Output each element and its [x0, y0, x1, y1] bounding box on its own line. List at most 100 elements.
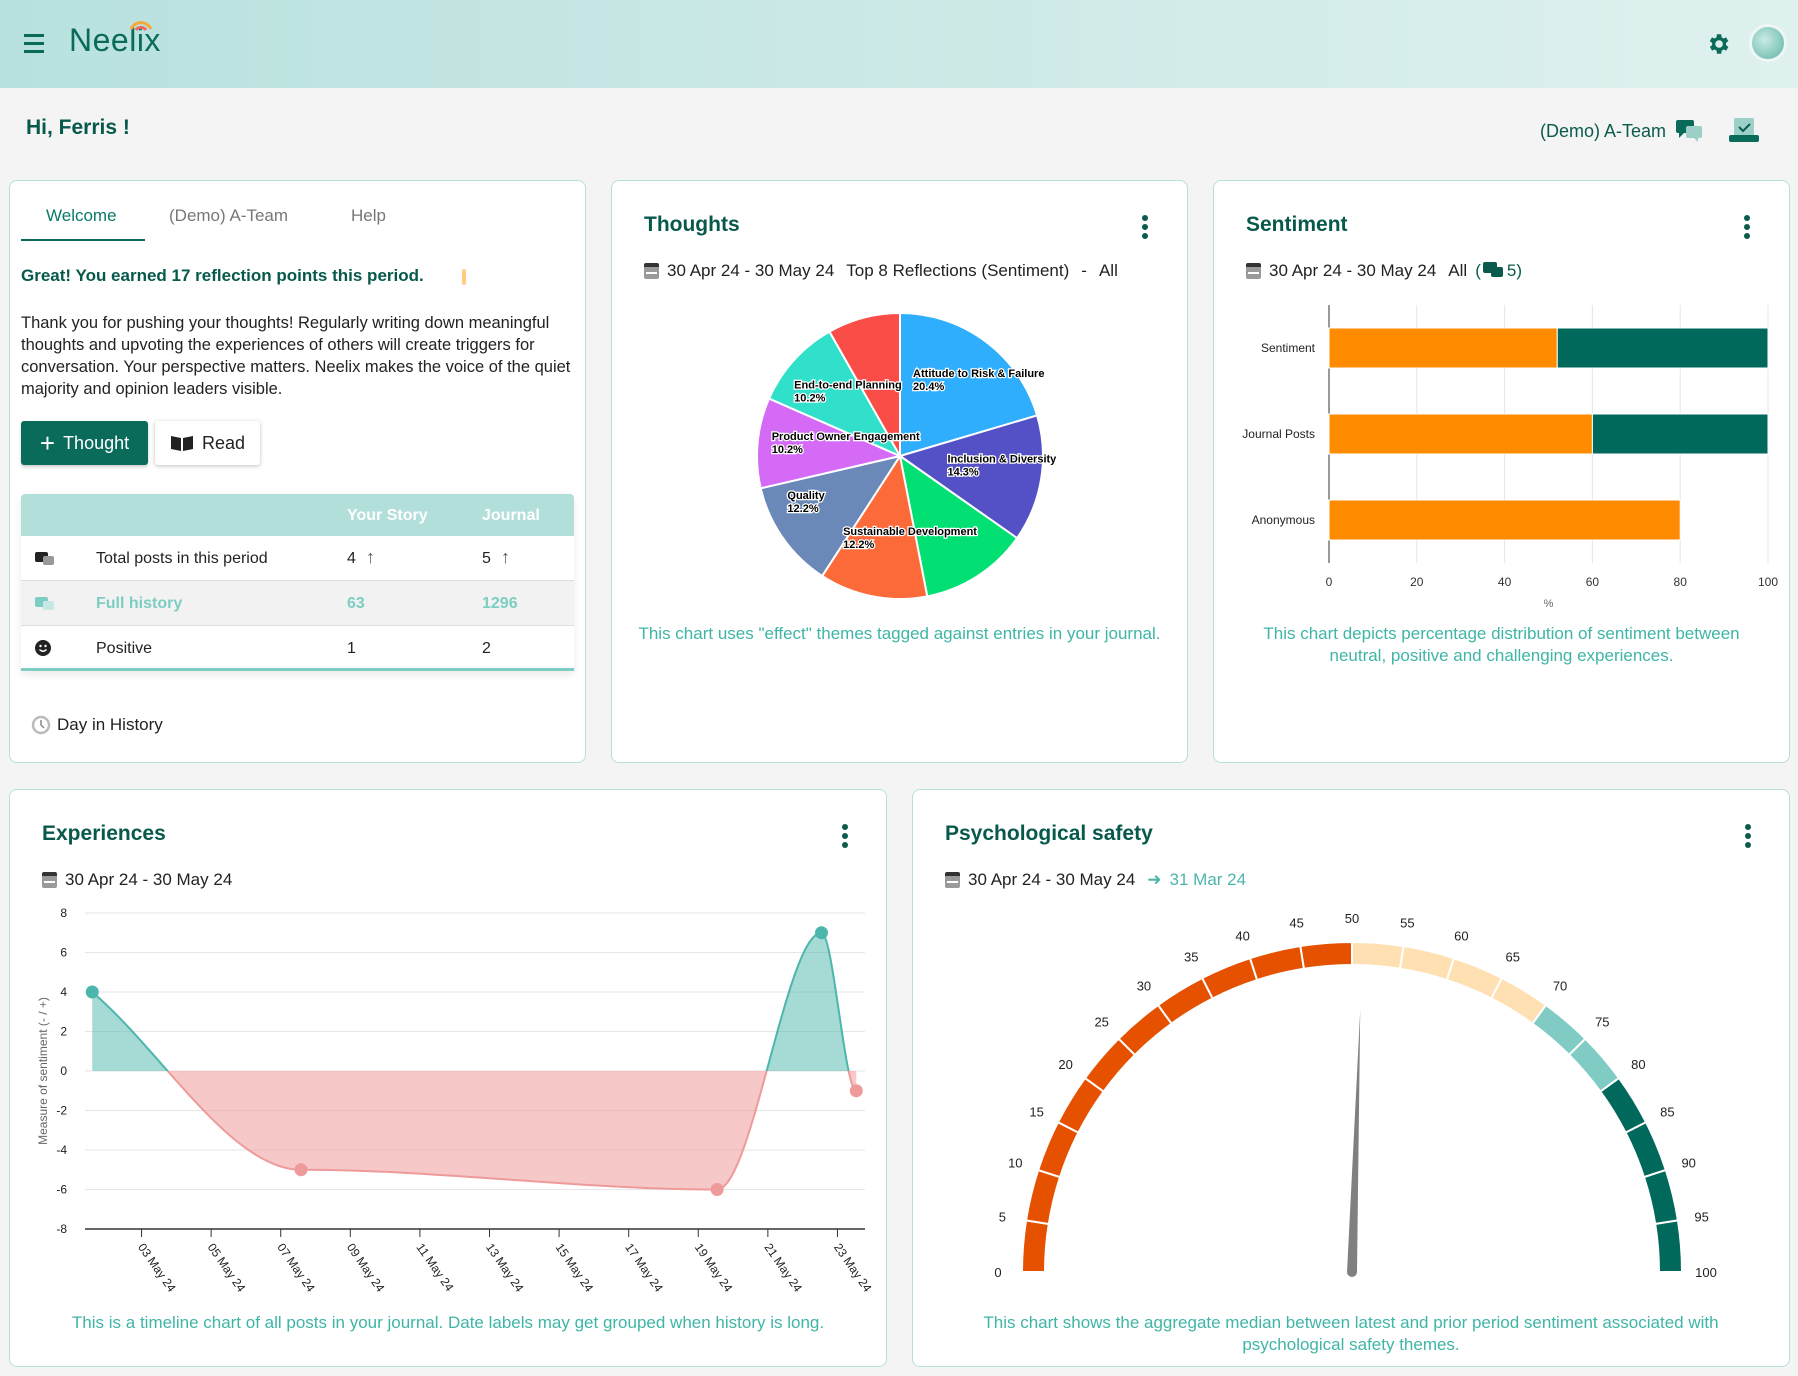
- x-tick-label: 100: [1758, 575, 1778, 589]
- row-journal: 1296: [482, 595, 518, 612]
- gauge-segment: [1200, 956, 1259, 1000]
- gauge-needle: [1347, 1010, 1361, 1277]
- greeting: Hi, Ferris !: [26, 116, 130, 139]
- psych-safety-gauge: 0 5 10 15 20 25 30 35 40 45 50 55 60 65 70 75 80 85 90 95 10…: [994, 911, 1717, 1280]
- gauge-tick-label: 70: [1553, 979, 1567, 994]
- gauge-tick-label: 75: [1595, 1015, 1609, 1030]
- card-title: Experiences: [42, 822, 166, 845]
- filter-label[interactable]: Top 8 Reflections (Sentiment): [846, 261, 1069, 281]
- scope-label[interactable]: All: [1099, 261, 1118, 281]
- date-range[interactable]: 30 Apr 24 - 30 May 24: [65, 870, 232, 890]
- arrow-up-icon: ↑: [501, 547, 510, 567]
- read-button[interactable]: Read: [155, 421, 260, 465]
- hamburger-icon[interactable]: [24, 34, 44, 53]
- table-row: Total posts in this period 4 ↑ 5 ↑: [21, 536, 574, 581]
- x-tick-label: 13 May 24: [483, 1241, 527, 1295]
- gauge-tick-label: 85: [1660, 1104, 1674, 1119]
- bar-segment: [1328, 499, 1681, 541]
- gauge-segment: [1020, 1219, 1050, 1273]
- x-tick-label: 09 May 24: [344, 1241, 388, 1295]
- history-icon: [31, 715, 51, 735]
- gauge-tick-label: 65: [1505, 950, 1519, 965]
- tab-welcome[interactable]: Welcome: [46, 206, 117, 226]
- y-tick-label: -4: [56, 1143, 67, 1157]
- y-tick-label: 6: [60, 946, 67, 960]
- card-title: Thoughts: [644, 213, 740, 236]
- date-range[interactable]: 30 Apr 24 - 30 May 24: [667, 261, 834, 281]
- row-label: Positive: [96, 640, 153, 657]
- bar-segment: [1328, 413, 1593, 455]
- chart-caption: This chart depicts percentage distributi…: [1263, 624, 1740, 665]
- team-label[interactable]: (Demo) A-Team: [1540, 121, 1666, 142]
- sentiment-bar-chart: 0 20 40 60 80 100% Sentiment Journal Posts Anony…: [1242, 305, 1778, 610]
- tab-team[interactable]: (Demo) A-Team: [169, 206, 288, 226]
- pie-slice-label: Product Owner Engagement: [772, 431, 920, 443]
- gauge-tick-label: 5: [999, 1210, 1006, 1225]
- more-options-icon[interactable]: [1142, 215, 1148, 242]
- stats-table: Your Story Journal Total posts in this p…: [21, 494, 574, 671]
- more-options-icon[interactable]: [842, 824, 848, 851]
- y-tick-label: 0: [60, 1064, 67, 1078]
- y-category-label: Anonymous: [1252, 513, 1315, 527]
- data-point: [849, 1084, 863, 1098]
- team-selector[interactable]: (Demo) A-Team: [1540, 118, 1760, 144]
- chat-bubbles-icon: [35, 552, 54, 565]
- count-paren: (: [1475, 261, 1481, 280]
- add-thought-button[interactable]: + Thought: [21, 421, 148, 465]
- date-range[interactable]: 30 Apr 24 - 30 May 24: [1269, 261, 1436, 281]
- separator: -: [1081, 261, 1087, 280]
- pie-slice-label: Sustainable Development: [843, 526, 977, 538]
- gauge-tick-label: 0: [994, 1265, 1001, 1280]
- thought-label: Thought: [63, 432, 130, 453]
- gauge-tick-label: 80: [1631, 1057, 1645, 1072]
- chat-bubbles-icon[interactable]: [1676, 119, 1704, 143]
- y-tick-label: -2: [56, 1104, 67, 1118]
- col-your-story: Your Story: [347, 507, 428, 524]
- x-tick-label: 40: [1498, 575, 1512, 589]
- logo-signal-icon: [129, 21, 153, 31]
- row-story: 1: [347, 640, 356, 657]
- pie-slice-value: 10.2%: [794, 393, 825, 405]
- gauge-tick-label: 60: [1454, 928, 1468, 943]
- more-options-icon[interactable]: [1744, 215, 1750, 242]
- gauge-tick-label: 30: [1137, 979, 1151, 994]
- gauge-tick-label: 90: [1681, 1156, 1695, 1171]
- col-journal: Journal: [482, 507, 540, 524]
- table-row: Positive 1 2: [21, 626, 574, 671]
- gauge-segment: [1654, 1219, 1684, 1273]
- pie-slice-value: 12.2%: [843, 539, 874, 551]
- arrow-up-icon: ↑: [366, 547, 375, 567]
- book-icon: [170, 436, 193, 451]
- y-tick-label: -6: [56, 1183, 67, 1197]
- thoughts-meta: 30 Apr 24 - 30 May 24 Top 8 Reflections …: [644, 261, 1118, 281]
- sentiment-meta: 30 Apr 24 - 30 May 24 All ( 5): [1246, 261, 1522, 281]
- row-label[interactable]: Full history: [96, 595, 182, 613]
- gauge-tick-label: 50: [1345, 911, 1359, 926]
- sentiment-card: Sentiment 30 Apr 24 - 30 May 24 All ( 5)…: [1213, 180, 1790, 763]
- reflection-points: Great! You earned 17 reflection points t…: [21, 266, 424, 285]
- pie-slice-value: 20.4%: [913, 381, 944, 393]
- y-category-label: Sentiment: [1261, 341, 1316, 355]
- inbox-check-icon[interactable]: [1728, 118, 1760, 144]
- table-header: Your Story Journal: [21, 494, 574, 536]
- table-row-full-history[interactable]: Full history 63 1296: [21, 581, 574, 626]
- psych-safety-card: Psychological safety 30 Apr 24 - 30 May …: [912, 789, 1790, 1367]
- gear-icon[interactable]: [1705, 31, 1731, 57]
- gauge-tick-label: 100: [1695, 1265, 1717, 1280]
- chart-caption: This is a timeline chart of all posts in…: [71, 1313, 825, 1332]
- x-tick-label: 20: [1410, 575, 1424, 589]
- chat-bubbles-icon: [1482, 262, 1503, 277]
- pie-slice-label: Quality: [787, 490, 825, 502]
- gauge-tick-label: 10: [1008, 1156, 1022, 1171]
- avatar[interactable]: [1749, 24, 1787, 62]
- gauge-tick-label: 95: [1694, 1210, 1708, 1225]
- tab-help[interactable]: Help: [351, 206, 386, 226]
- scope-label[interactable]: All: [1448, 261, 1467, 281]
- y-tick-label: 2: [60, 1025, 67, 1039]
- day-in-history-link[interactable]: Day in History: [29, 714, 163, 736]
- app-header: Neelix: [0, 0, 1798, 88]
- plus-icon: +: [39, 428, 56, 458]
- experiences-meta: 30 Apr 24 - 30 May 24: [42, 870, 232, 890]
- gauge-segment: [1156, 976, 1214, 1026]
- gauge-segment: [1398, 944, 1456, 982]
